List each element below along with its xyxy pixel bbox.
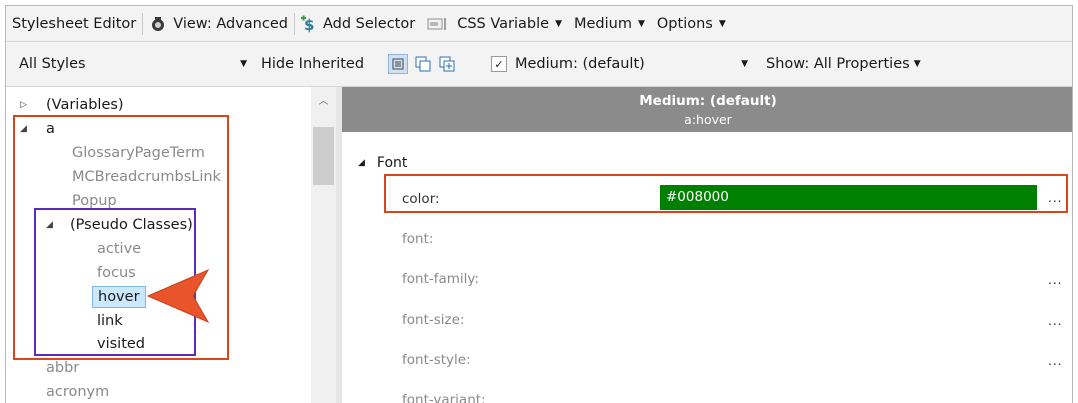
- tree-item-link[interactable]: link: [97, 310, 123, 332]
- prop-font-label: font:: [402, 231, 434, 247]
- copy-icon[interactable]: [414, 55, 432, 73]
- tree-item-variables[interactable]: ▷ (Variables): [20, 94, 124, 116]
- options-menu-label: Options: [656, 15, 713, 32]
- scrollbar-thumb[interactable]: [313, 127, 334, 185]
- main-toolbar: Stylesheet Editor View: Advanced $ Add S…: [6, 6, 1072, 42]
- styles-select[interactable]: All Styles ▼: [19, 42, 247, 86]
- tree-item-active[interactable]: active: [97, 238, 141, 260]
- tree-item-glossarypageterm[interactable]: GlossaryPageTerm: [72, 142, 205, 164]
- properties-header: Medium: (default) a:hover: [342, 87, 1072, 132]
- tree-item-pseudo-classes[interactable]: ◢ (Pseudo Classes): [46, 214, 193, 236]
- tree-item-focus[interactable]: focus: [97, 262, 136, 284]
- css-variable-label: CSS Variable: [457, 15, 550, 32]
- tree-item-mcbreadcrumbslink[interactable]: MCBreadcrumbsLink: [72, 166, 221, 188]
- collapse-arrow-icon[interactable]: ◢: [20, 124, 34, 134]
- medium-title: Medium: (default): [639, 93, 777, 109]
- filter-toolbar: All Styles ▼ Hide Inherited ✓ Medium: (d…: [6, 42, 1072, 87]
- view-mode-buttons: [388, 42, 462, 86]
- css-variable-button[interactable]: CSS Variable ▼: [421, 6, 568, 41]
- show-properties-select[interactable]: Show: All Properties ▼: [766, 42, 921, 86]
- hide-inherited-button[interactable]: Hide Inherited: [261, 42, 364, 86]
- chevron-down-icon: ▼: [718, 18, 726, 29]
- view-advanced-button[interactable]: View: Advanced: [143, 6, 294, 41]
- selector-name: a:hover: [684, 112, 732, 127]
- font-style-more-button[interactable]: ...: [1048, 354, 1062, 368]
- color-more-button[interactable]: ...: [1048, 191, 1062, 205]
- font-size-more-button[interactable]: ...: [1048, 314, 1062, 328]
- styles-select-value: All Styles: [19, 56, 86, 72]
- add-selector-icon: $: [300, 15, 317, 33]
- font-family-more-button[interactable]: ...: [1048, 273, 1062, 287]
- chevron-down-icon: ▼: [240, 59, 247, 69]
- prop-font-variant-label: font-variant:: [402, 392, 486, 403]
- selector-tree-pane: ▷ (Variables) ◢ a GlossaryPageTerm MCBre…: [6, 87, 336, 403]
- prop-font-size-label: font-size:: [402, 312, 465, 328]
- list-view-icon[interactable]: [388, 54, 408, 74]
- medium-select-value: Medium: (default): [515, 56, 645, 72]
- scroll-up-icon[interactable]: ︿: [311, 92, 336, 107]
- tree-item-popup[interactable]: Popup: [72, 190, 117, 212]
- tree-item-a[interactable]: ◢ a: [20, 118, 55, 140]
- tree-scrollbar[interactable]: ︿: [311, 87, 336, 403]
- collapse-arrow-icon[interactable]: ◢: [358, 158, 365, 168]
- options-menu[interactable]: Options ▼: [651, 6, 732, 41]
- font-group-label: Font: [376, 155, 408, 171]
- font-variant-more-button[interactable]: ...: [1048, 394, 1062, 403]
- selector-tree: ▷ (Variables) ◢ a GlossaryPageTerm MCBre…: [6, 87, 311, 403]
- prop-font-family-label: font-family:: [402, 271, 479, 287]
- view-advanced-label: View: Advanced: [173, 15, 288, 32]
- tree-item-label: a: [46, 121, 55, 137]
- view-icon: [149, 15, 167, 33]
- tree-item-hover[interactable]: hover: [92, 286, 146, 308]
- css-variable-icon: [427, 17, 449, 31]
- editor-title: Stylesheet Editor: [12, 15, 137, 32]
- tree-item-label: (Pseudo Classes): [70, 217, 193, 233]
- expand-arrow-icon[interactable]: ▷: [20, 100, 34, 110]
- medium-menu-label: Medium: [573, 15, 632, 32]
- chevron-down-icon: ▼: [637, 18, 645, 29]
- stylesheet-editor-window: Stylesheet Editor View: Advanced $ Add S…: [5, 5, 1073, 403]
- add-copy-icon[interactable]: [438, 55, 456, 73]
- font-group-header[interactable]: ◢ Font: [358, 155, 407, 171]
- chevron-down-icon: ▼: [555, 18, 562, 29]
- prop-color-label: color:: [402, 191, 440, 207]
- color-value-field[interactable]: #008000: [660, 185, 1037, 210]
- prop-font-style-label: font-style:: [402, 352, 471, 368]
- properties-pane: Medium: (default) a:hover ◢ Font color: …: [342, 87, 1072, 403]
- medium-menu[interactable]: Medium ▼: [568, 6, 651, 41]
- tree-item-acronym[interactable]: acronym: [46, 381, 109, 403]
- chevron-down-icon: ▼: [913, 59, 921, 69]
- tree-item-visited[interactable]: visited: [97, 333, 145, 355]
- add-selector-button[interactable]: $ Add Selector: [295, 6, 421, 41]
- show-properties-value: Show: All Properties: [766, 56, 910, 72]
- add-selector-label: Add Selector: [322, 15, 416, 32]
- medium-checkbox-select[interactable]: ✓ Medium: (default) ▼: [491, 42, 748, 86]
- chevron-down-icon: ▼: [741, 59, 748, 69]
- tree-item-abbr[interactable]: abbr: [46, 357, 79, 379]
- tree-item-label: (Variables): [46, 97, 124, 113]
- medium-checkbox[interactable]: ✓: [491, 56, 507, 72]
- collapse-arrow-icon[interactable]: ◢: [46, 220, 60, 230]
